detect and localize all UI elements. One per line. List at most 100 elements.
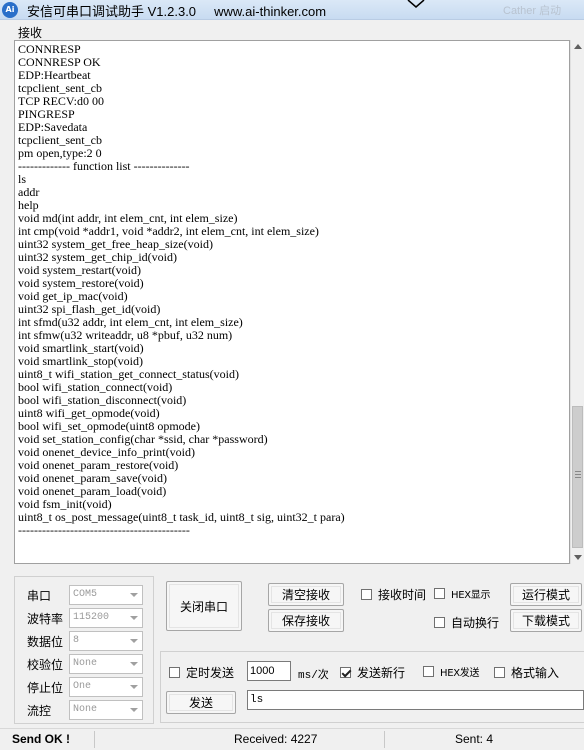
stopbits-select[interactable]: One [69,677,143,697]
receive-line: void onenet_device_info_print(void) [18,445,195,459]
receive-line: void onenet_param_restore(void) [18,458,179,472]
receive-line: uint8_t os_post_message(uint8_t task_id,… [18,510,345,524]
receive-label: 接收 [18,26,43,40]
receive-line: ------------- function list ------------… [18,159,190,173]
received-count: Received: 4227 [234,732,318,746]
receive-line: void smartlink_stop(void) [18,354,143,368]
receive-line: tcpclient_sent_cb [18,133,102,147]
baud-value: 115200 [73,612,110,623]
website-link: www.ai-thinker.com [214,4,327,19]
chevron-down-icon [130,616,138,620]
mouse-cursor-icon [407,0,425,8]
receive-line: void fsm_init(void) [18,497,112,511]
receive-scrollbar[interactable] [570,40,584,564]
flow-label: 流控 [27,704,52,718]
port-value: COM5 [73,589,98,600]
background-window-title: Cather 启动 [503,5,562,17]
baud-label: 波特率 [27,612,64,626]
receive-line: uint32 spi_flash_get_id(void) [18,302,161,316]
receive-line: uint32 system_get_free_heap_size(void) [18,237,213,251]
format-input-checkbox[interactable]: 格式输入 [494,664,559,681]
port-select[interactable]: COM5 [69,585,143,605]
receive-line: help [18,198,39,212]
send-period-input[interactable]: 1000 [247,661,291,681]
close-port-button[interactable]: 关闭串口 [166,581,242,631]
hex-display-checkbox[interactable]: HEX显示 [434,586,491,601]
download-mode-button[interactable]: 下载模式 [510,609,582,632]
clear-receive-button[interactable]: 清空接收 [268,583,344,606]
receive-line: PINGRESP [18,107,75,121]
send-period-unit: ms/次 [298,670,329,682]
scroll-thumb[interactable] [572,406,583,548]
checkbox-icon [169,667,180,678]
receive-line: TCP RECV:d0 00 [18,94,105,108]
databits-select[interactable]: 8 [69,631,143,651]
receive-line: void set_station_config(char *ssid, char… [18,432,268,446]
chevron-down-icon [130,593,138,597]
hex-send-checkbox[interactable]: HEX发送 [423,664,480,679]
receive-line: int cmp(void *addr1, void *addr2, int el… [18,224,319,238]
flow-value: None [73,704,98,715]
stopbits-label: 停止位 [27,681,64,695]
flow-select[interactable]: None [69,700,143,720]
receive-textarea[interactable]: CONNRESP CONNRESP OK EDP:Heartbeat tcpcl… [14,40,570,564]
send-input[interactable]: ls [247,690,584,710]
checkbox-icon [423,666,434,677]
status-bar: Send OK ! Received: 4227 Sent: 4 [0,728,584,750]
scroll-down-icon[interactable] [574,555,582,560]
receive-line: void md(int addr, int elem_cnt, int elem… [18,211,238,225]
receive-line: tcpclient_sent_cb [18,81,102,95]
status-message: Send OK ! [12,732,71,746]
serial-settings-panel: 串口 COM5 波特率 115200 数据位 8 校验位 None 停止位 On… [14,576,154,724]
receive-line: void get_ip_mac(void) [18,289,128,303]
receive-line: int sfmw(u32 writeaddr, u8 *pbuf, u32 nu… [18,328,233,342]
receive-line: addr [18,185,40,199]
receive-line: void onenet_param_save(void) [18,471,167,485]
databits-label: 数据位 [27,635,64,649]
parity-select[interactable]: None [69,654,143,674]
checkbox-icon [434,588,445,599]
receive-line: bool wifi_set_opmode(uint8 opmode) [18,419,200,433]
receive-line: EDP:Savedata [18,120,88,134]
checkbox-icon [494,667,505,678]
receive-line: void system_restore(void) [18,276,144,290]
chevron-down-icon [130,685,138,689]
receive-line: ls [18,172,27,186]
title-bar: Ai 安信可串口调试助手 V1.2.3.0 www.ai-thinker.com… [0,0,584,20]
run-mode-button[interactable]: 运行模式 [510,583,582,606]
parity-label: 校验位 [27,658,64,672]
receive-line: void smartlink_start(void) [18,341,144,355]
receive-line: void system_restart(void) [18,263,141,277]
checkbox-checked-icon [340,667,351,678]
receive-line: int sfmd(u32 addr, int elem_cnt, int ele… [18,315,243,329]
parity-value: None [73,658,98,669]
sent-count: Sent: 4 [455,732,494,746]
receive-line: uint8 wifi_get_opmode(void) [18,406,160,420]
window-title: 安信可串口调试助手 V1.2.3.0 [27,4,197,19]
timed-send-checkbox[interactable]: 定时发送 [169,664,234,681]
send-button[interactable]: 发送 [166,691,236,714]
baud-select[interactable]: 115200 [69,608,143,628]
auto-wrap-checkbox[interactable]: 自动换行 [434,614,499,631]
checkbox-icon [434,617,445,628]
app-logo-icon: Ai [2,2,18,18]
receive-line: CONNRESP [18,42,81,56]
checkbox-icon [361,589,372,600]
port-label: 串口 [27,589,52,603]
receive-content: CONNRESP CONNRESP OK EDP:Heartbeat tcpcl… [18,43,345,537]
send-newline-checkbox[interactable]: 发送新行 [340,664,405,681]
stopbits-value: One [73,681,92,692]
receive-line: void onenet_param_load(void) [18,484,167,498]
chevron-down-icon [130,662,138,666]
databits-value: 8 [73,635,80,646]
scroll-up-icon[interactable] [574,44,582,49]
receive-line: ----------------------------------------… [18,523,190,537]
receive-line: pm open,type:2 0 [18,146,102,160]
chevron-down-icon [130,639,138,643]
receive-time-checkbox[interactable]: 接收时间 [361,586,426,603]
receive-line: bool wifi_station_connect(void) [18,380,173,394]
save-receive-button[interactable]: 保存接收 [268,609,344,632]
receive-line: bool wifi_station_disconnect(void) [18,393,187,407]
receive-line: uint8_t wifi_station_get_connect_status(… [18,367,239,381]
receive-line: CONNRESP OK [18,55,101,69]
